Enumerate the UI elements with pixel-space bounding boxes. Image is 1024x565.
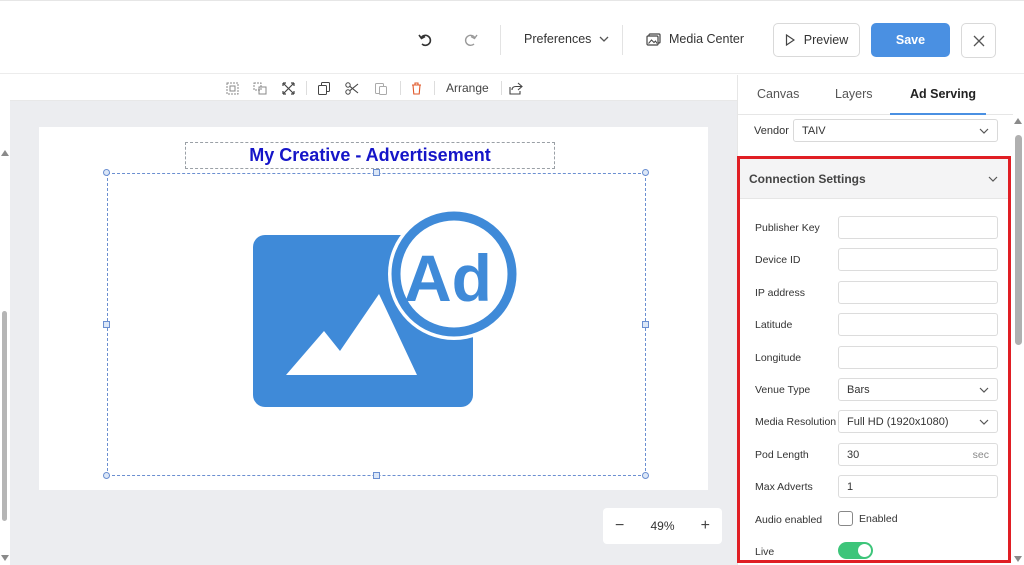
ungroup-icon[interactable] [252,80,268,96]
media-resolution-select[interactable]: Full HD (1920x1080) [838,410,998,433]
connection-settings-title: Connection Settings [749,171,866,186]
chevron-down-icon [988,176,998,182]
share-icon[interactable] [508,80,524,96]
ip-address-input[interactable] [838,281,998,304]
device-id-input[interactable] [838,248,998,271]
preview-button[interactable]: Preview [773,23,860,57]
audio-enabled-label: Audio enabled [755,514,823,526]
resize-handle[interactable] [103,472,110,479]
resize-handle[interactable] [373,169,380,176]
scroll-up-arrow[interactable] [1014,118,1022,124]
toolbar-separator [501,81,502,95]
save-button[interactable]: Save [871,23,950,57]
zoom-in-button[interactable]: + [701,517,710,535]
left-scrollbar[interactable] [0,75,10,565]
toolbar-separator [400,81,401,95]
vendor-label: Vendor [754,125,789,137]
live-toggle[interactable] [838,542,873,559]
preferences-label: Preferences [524,32,592,46]
tab-layers[interactable]: Layers [835,87,873,101]
copy-icon[interactable] [316,80,332,96]
top-bar: Preferences Media Center Preview Save [0,0,1024,74]
scroll-down-arrow[interactable] [1014,556,1022,562]
preview-label: Preview [803,33,849,47]
selection-box[interactable] [107,173,646,476]
zoom-out-button[interactable]: − [615,517,624,535]
redo-icon[interactable] [460,29,482,51]
zoom-level: 49% [650,519,675,533]
chevron-down-icon [599,36,609,42]
pod-length-unit: sec [972,448,989,461]
fit-to-canvas-icon[interactable] [280,80,296,96]
close-icon [973,35,984,46]
play-icon [785,34,795,46]
scissors-icon[interactable] [344,80,360,96]
trash-icon[interactable] [408,80,424,96]
pod-length-value: 30 [847,448,860,461]
media-resolution-label: Media Resolution [755,416,837,428]
venue-type-value: Bars [847,383,870,396]
longitude-input[interactable] [838,346,998,369]
longitude-label: Longitude [755,352,802,364]
chevron-down-icon [979,128,989,134]
active-tab-indicator [890,113,986,115]
zoom-control: − 49% + [603,508,722,544]
latitude-label: Latitude [755,319,793,331]
media-center-label: Media Center [669,32,745,46]
close-button[interactable] [961,23,996,58]
max-adverts-label: Max Adverts [755,481,813,493]
venue-type-label: Venue Type [755,384,811,396]
divider [500,25,501,55]
toolbar-separator [306,81,307,95]
paste-icon[interactable] [373,80,389,96]
scrollbar-thumb[interactable] [2,311,7,521]
tab-ad-serving[interactable]: Ad Serving [910,87,976,101]
latitude-input[interactable] [838,313,998,336]
live-label: Live [755,546,775,558]
undo-icon[interactable] [414,29,436,51]
scroll-down-arrow[interactable] [1,555,9,561]
resize-handle[interactable] [103,169,110,176]
resize-handle[interactable] [642,321,649,328]
group-icon[interactable] [224,80,240,96]
preferences-menu[interactable]: Preferences [524,32,609,46]
audio-enabled-checkbox-label: Enabled [859,513,898,525]
arrange-menu[interactable]: Arrange [446,81,489,95]
media-resolution-value: Full HD (1920x1080) [847,415,949,428]
tab-canvas[interactable]: Canvas [757,87,799,101]
chevron-down-icon [979,419,989,425]
toolbar-separator [434,81,435,95]
canvas-toolbar: Arrange [10,75,737,101]
scrollbar-thumb[interactable] [1015,135,1022,345]
max-adverts-input[interactable]: 1 [838,475,998,498]
media-center-button[interactable]: Media Center [646,32,744,46]
publisher-key-label: Publisher Key [755,222,820,234]
divider [622,25,623,55]
pod-length-label: Pod Length [755,449,809,461]
pod-length-input[interactable]: 30 sec [838,443,998,466]
chevron-down-icon [979,387,989,393]
audio-enabled-checkbox[interactable] [838,511,853,526]
media-center-icon [646,32,661,46]
panel-scrollbar[interactable] [1013,115,1024,565]
resize-handle[interactable] [103,321,110,328]
resize-handle[interactable] [642,472,649,479]
scroll-up-arrow[interactable] [1,150,9,156]
publisher-key-input[interactable] [838,216,998,239]
creative-title-text[interactable]: My Creative - Advertisement [185,142,555,169]
resize-handle[interactable] [642,169,649,176]
ip-address-label: IP address [755,287,806,299]
panel-tabs: Canvas Layers Ad Serving [737,75,1013,115]
toggle-knob [858,544,871,557]
resize-handle[interactable] [373,472,380,479]
vendor-value: TAIV [802,124,826,137]
vendor-select[interactable]: TAIV [793,119,998,142]
venue-type-select[interactable]: Bars [838,378,998,401]
connection-settings-header[interactable]: Connection Settings [740,159,1008,199]
device-id-label: Device ID [755,254,801,266]
